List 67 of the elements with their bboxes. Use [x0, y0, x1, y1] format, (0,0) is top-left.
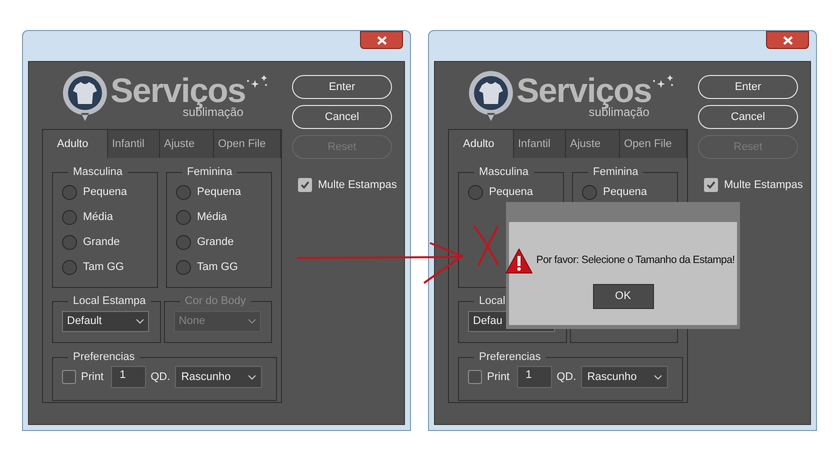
checkbox[interactable] [468, 370, 482, 384]
copies-field[interactable]: 1 [516, 366, 552, 388]
quality-label: QD. [556, 370, 576, 385]
checkbox[interactable] [704, 178, 718, 192]
radio-button[interactable] [62, 210, 77, 224]
radio-button[interactable] [468, 184, 483, 200]
group-title: Preferencias [479, 351, 541, 364]
radio-button[interactable] [62, 184, 77, 200]
radio-label: Média [197, 210, 227, 224]
close-button[interactable] [360, 31, 403, 49]
checkbox[interactable] [298, 178, 312, 192]
copies-field[interactable]: 1 [110, 366, 146, 388]
close-button[interactable] [766, 31, 809, 49]
logo-subtitle: sublimação [588, 106, 650, 118]
cross-mark [473, 225, 499, 267]
logo-title: Serviços [110, 74, 246, 108]
radio-button[interactable] [176, 234, 191, 250]
radio-label: Pequena [603, 186, 648, 198]
checkbox-label: Multe Estampas [724, 178, 803, 193]
quality-label: QD. [150, 370, 170, 385]
checkbox-label: Multe Estampas [318, 178, 397, 193]
logo-title: Serviços [516, 74, 652, 108]
group-title: Preferencias [73, 351, 135, 364]
group-title: Local Estampa [73, 295, 146, 308]
radio-button[interactable] [176, 260, 191, 274]
radio-label: Tam GG [83, 260, 124, 274]
radio-button[interactable] [582, 184, 597, 200]
chevron-down-icon [654, 374, 662, 380]
action-button[interactable]: Cancel [292, 105, 392, 129]
group-title: Masculina [479, 166, 529, 179]
tab[interactable]: Adulto [43, 130, 108, 158]
ok-button[interactable]: OK [592, 284, 654, 309]
radio-button[interactable] [62, 234, 77, 250]
radio-button[interactable] [176, 184, 191, 200]
checkbox[interactable] [62, 370, 76, 384]
radio-label: Pequena [83, 186, 128, 198]
action-button[interactable]: Enter [698, 75, 798, 99]
group-title: Feminina [187, 166, 232, 179]
action-button[interactable]: Enter [292, 75, 392, 99]
chevron-down-icon [136, 319, 144, 324]
radio-label: Média [83, 210, 113, 224]
radio-button[interactable] [62, 260, 77, 274]
radio-button[interactable] [176, 210, 191, 224]
close-icon [782, 36, 792, 44]
print-label: Print [81, 370, 104, 385]
warning-icon [505, 248, 534, 274]
radio-label: Pequena [489, 186, 534, 198]
quality-dropdown[interactable]: Rascunho [581, 366, 668, 388]
radio-label: Pequena [197, 186, 242, 198]
shirt-badge-icon [466, 68, 515, 122]
tab[interactable]: Adulto [449, 130, 514, 158]
chevron-down-icon [248, 319, 256, 324]
group-title: Feminina [593, 166, 638, 179]
radio-label: Grande [83, 236, 120, 248]
print-label: Print [487, 370, 510, 385]
shirt-badge-icon [60, 68, 109, 122]
dropdown[interactable]: Default [62, 311, 149, 332]
chevron-down-icon [248, 374, 256, 380]
radio-label: Tam GG [197, 260, 238, 274]
quality-dropdown[interactable]: Rascunho [175, 366, 262, 388]
dialog-message: Por favor: Selecione o Tamanho da Estampa! [536, 253, 735, 268]
radio-label: Grande [197, 236, 234, 248]
action-button[interactable]: Cancel [698, 105, 798, 129]
group-title: Local [479, 295, 506, 308]
close-icon [376, 36, 386, 44]
logo-subtitle: sublimação [182, 106, 244, 118]
group-title: Masculina [73, 166, 123, 179]
